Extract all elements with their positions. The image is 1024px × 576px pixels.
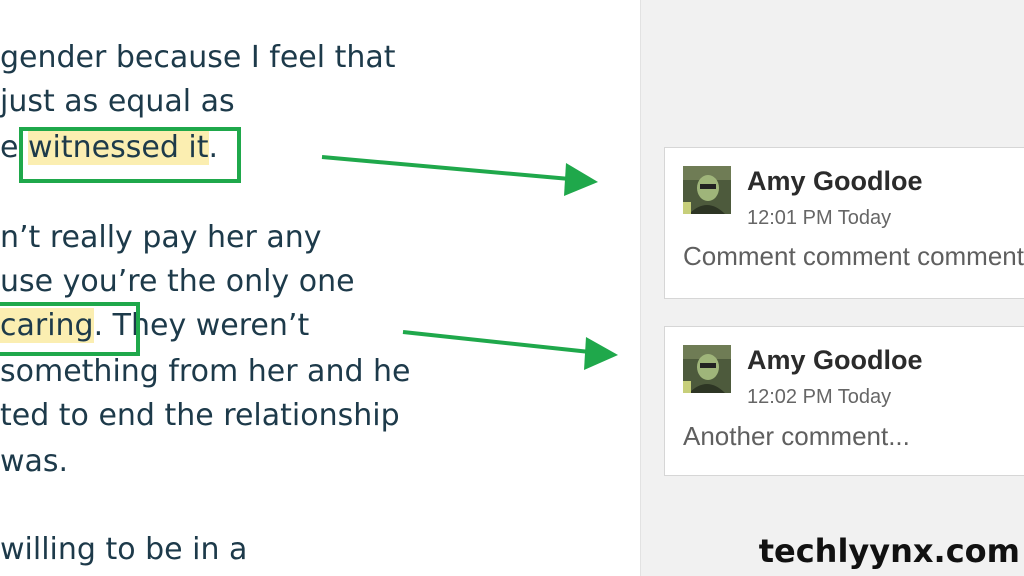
arrow-line [402,330,591,354]
arrow-head [564,163,598,196]
arrow-line [321,155,571,181]
annotation-arrows [321,155,618,370]
watermark: techlyynx.com [758,532,1020,570]
arrow-head [584,337,618,370]
